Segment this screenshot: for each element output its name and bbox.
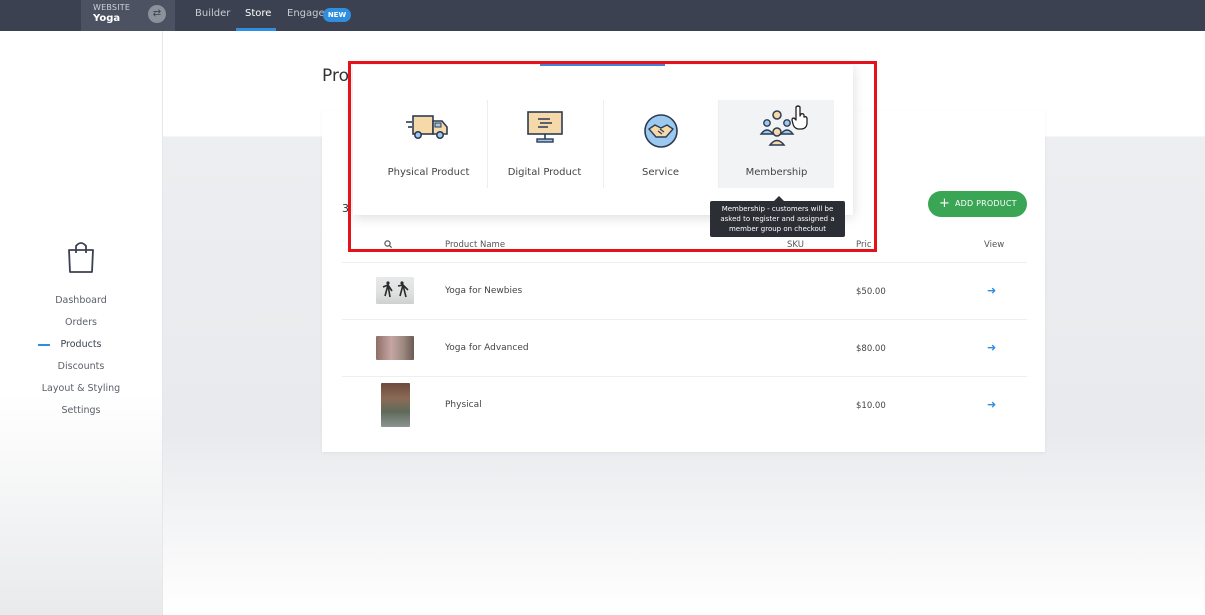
plus-icon: + (939, 196, 950, 211)
view-arrow-icon[interactable]: ➜ (987, 284, 996, 297)
product-count: 3 (342, 202, 349, 215)
product-name[interactable]: Physical (445, 400, 482, 410)
product-type-label: Digital Product (507, 167, 582, 178)
site-label: WEBSITE (93, 3, 131, 12)
product-type-membership[interactable]: Membership (719, 100, 834, 188)
product-thumbnail (376, 336, 414, 360)
sidebar-item-settings[interactable]: Settings (0, 405, 162, 416)
site-name: Yoga (93, 13, 121, 24)
tab-engage[interactable]: Engage (287, 0, 325, 31)
sidebar-item-products[interactable]: Products (0, 339, 162, 350)
product-type-service[interactable]: Service (603, 100, 718, 188)
view-arrow-icon[interactable]: ➜ (987, 398, 996, 411)
view-arrow-icon[interactable]: ➜ (987, 341, 996, 354)
add-product-label: ADD PRODUCT (955, 199, 1017, 208)
search-icon[interactable] (384, 240, 392, 248)
product-type-digital[interactable]: Digital Product (487, 100, 602, 188)
product-price: $10.00 (856, 401, 886, 411)
product-type-label: Membership (745, 167, 808, 178)
product-type-physical[interactable]: Physical Product (371, 100, 486, 188)
product-price: $50.00 (856, 287, 886, 297)
sidebar-item-orders[interactable]: Orders (0, 317, 162, 328)
column-header-name[interactable]: Product Name (445, 240, 505, 250)
monitor-icon (527, 111, 563, 143)
divider (342, 376, 1027, 377)
product-name[interactable]: Yoga for Newbies (445, 286, 522, 296)
handshake-icon (644, 114, 678, 148)
column-header-view: View (984, 240, 1005, 250)
swap-icon[interactable]: ⇄ (148, 5, 166, 23)
new-badge: NEW (323, 8, 351, 22)
product-price: $80.00 (856, 344, 886, 354)
add-product-button[interactable]: + ADD PRODUCT (928, 191, 1027, 217)
product-type-label: Service (642, 167, 679, 178)
hand-pointer-cursor-icon (791, 105, 808, 130)
shopping-bag-icon (68, 242, 94, 273)
divider (342, 262, 1027, 263)
tab-builder[interactable]: Builder (195, 0, 230, 31)
product-name[interactable]: Yoga for Advanced (445, 343, 529, 353)
membership-tooltip: Membership - customers will be asked to … (710, 201, 845, 237)
column-header-sku[interactable]: SKU (787, 240, 804, 250)
delivery-truck-icon (406, 115, 448, 139)
top-bar: WEBSITE Yoga ⇄ Builder Store Engage NEW (0, 0, 1205, 31)
yoga-pose-image (382, 281, 409, 298)
sidebar-item-dashboard[interactable]: Dashboard (0, 295, 162, 306)
tab-store[interactable]: Store (245, 0, 271, 31)
product-thumbnail (376, 277, 414, 304)
sidebar-item-discounts[interactable]: Discounts (0, 361, 162, 372)
tooltip-text: Membership - customers will be asked to … (720, 205, 835, 233)
sidebar-item-layout-styling[interactable]: Layout & Styling (0, 383, 162, 394)
page-title: Pro (322, 66, 349, 86)
site-switcher[interactable]: WEBSITE Yoga ⇄ (81, 0, 175, 31)
popup-accent-bar (540, 63, 665, 66)
divider (342, 319, 1027, 320)
product-thumbnail (381, 383, 410, 427)
product-type-label: Physical Product (387, 167, 470, 178)
column-header-price[interactable]: Pric (856, 240, 872, 250)
